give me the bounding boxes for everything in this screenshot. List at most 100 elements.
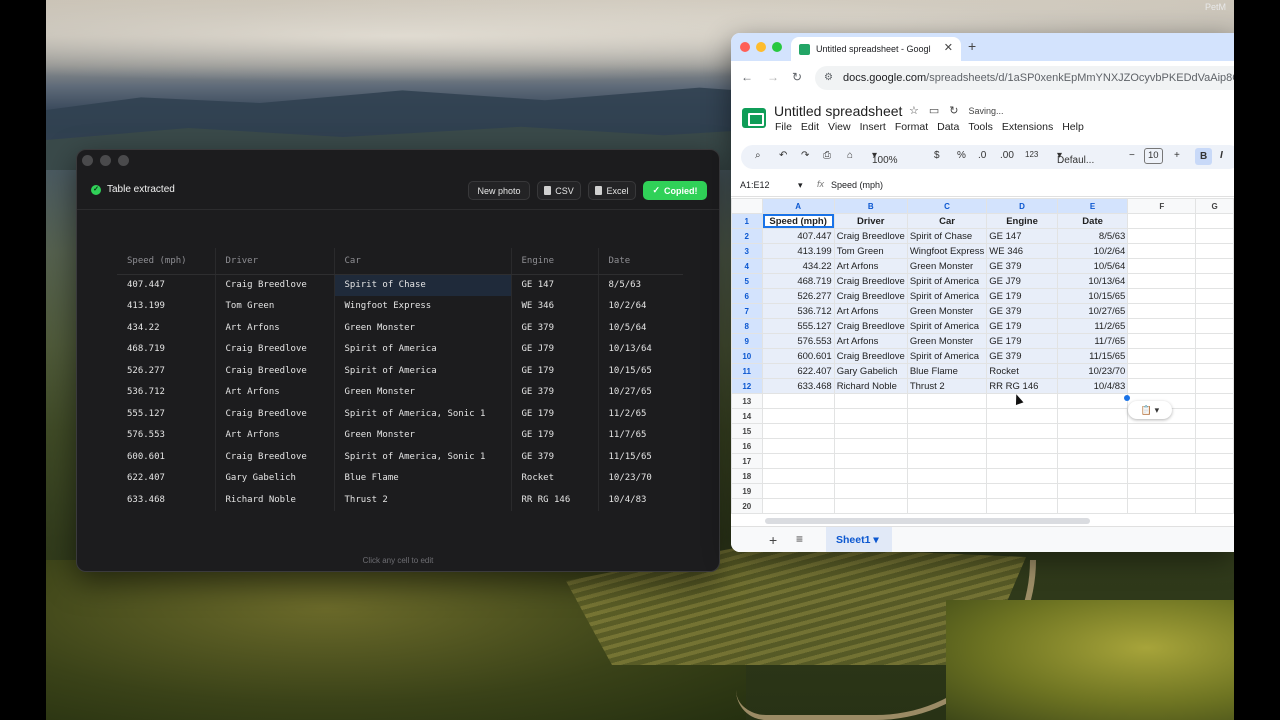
row-number[interactable]: 10 bbox=[731, 348, 763, 364]
grid-cell[interactable]: GE 379 bbox=[986, 348, 1058, 364]
grid-cell[interactable]: 536.712 bbox=[761, 303, 835, 319]
grid-cell[interactable] bbox=[833, 423, 908, 439]
grid-cell[interactable]: Green Monster bbox=[906, 333, 988, 349]
table-cell[interactable]: GE 147 bbox=[510, 274, 598, 296]
selection-fill-handle[interactable] bbox=[1124, 395, 1130, 401]
grid-cell[interactable] bbox=[986, 453, 1058, 469]
grid-cell[interactable] bbox=[1056, 498, 1129, 514]
table-cell[interactable]: 536.712 bbox=[117, 382, 215, 404]
grid-cell[interactable]: Craig Breedlove bbox=[833, 318, 908, 334]
grid-cell[interactable] bbox=[1056, 483, 1129, 499]
grid-cell[interactable] bbox=[1195, 393, 1234, 409]
table-cell[interactable]: Art Arfons bbox=[214, 381, 334, 403]
grid-cell[interactable]: Engine bbox=[986, 213, 1058, 229]
grid-cell[interactable]: Gary Gabelich bbox=[833, 363, 908, 379]
grid-cell[interactable]: Thrust 2 bbox=[906, 378, 988, 394]
copied-button[interactable]: ✓ Copied! bbox=[643, 181, 707, 200]
new-photo-button[interactable]: New photo bbox=[468, 181, 530, 200]
undo-icon[interactable]: ↶ bbox=[779, 150, 787, 161]
grid-cell[interactable] bbox=[833, 453, 908, 469]
grid-cell[interactable] bbox=[906, 393, 988, 409]
table-cell[interactable]: 407.447 bbox=[117, 274, 215, 296]
grid-cell[interactable] bbox=[1127, 228, 1197, 244]
close-icon[interactable]: ✕ bbox=[944, 41, 953, 54]
table-cell[interactable]: GE 179 bbox=[510, 360, 598, 382]
table-cell[interactable]: Green Monster bbox=[333, 381, 511, 403]
table-cell[interactable]: Craig Breedlove bbox=[214, 403, 334, 425]
all-sheets-menu-icon[interactable]: ≡ bbox=[796, 532, 803, 546]
grid-cell[interactable] bbox=[1056, 438, 1129, 454]
row-number[interactable]: 3 bbox=[731, 243, 763, 259]
grid-cell[interactable] bbox=[1195, 453, 1234, 469]
grid-cell[interactable]: 10/13/64 bbox=[1056, 273, 1129, 289]
percent-format-button[interactable]: % bbox=[957, 150, 966, 161]
table-cell[interactable]: Spirit of America bbox=[333, 338, 511, 360]
grid-cell[interactable] bbox=[761, 468, 835, 484]
grid-cell[interactable]: Richard Noble bbox=[833, 378, 908, 394]
table-cell[interactable]: 468.719 bbox=[117, 339, 215, 361]
row-number[interactable]: 2 bbox=[731, 228, 763, 244]
grid-cell[interactable] bbox=[1195, 213, 1234, 229]
grid-cell[interactable] bbox=[1127, 468, 1197, 484]
table-cell[interactable]: 10/23/70 bbox=[597, 467, 683, 489]
increase-decimal-button[interactable]: .00 bbox=[1000, 150, 1014, 161]
grid-cell[interactable] bbox=[1127, 258, 1197, 274]
url-field[interactable]: ⚙ docs.google.com/spreadsheets/d/1aSP0xe… bbox=[815, 66, 1234, 90]
grid-cell[interactable]: Craig Breedlove bbox=[833, 288, 908, 304]
grid-cell[interactable] bbox=[1195, 468, 1234, 484]
table-row[interactable]: 468.719 Craig Breedlove Spirit of America G… bbox=[117, 338, 683, 361]
zoom-select[interactable]: 100% ▾ bbox=[872, 150, 898, 166]
table-cell[interactable]: 576.553 bbox=[117, 425, 215, 447]
grid-cell[interactable] bbox=[761, 423, 835, 439]
row-number[interactable]: 9 bbox=[731, 333, 763, 349]
close-window-button[interactable] bbox=[82, 155, 93, 166]
spreadsheet-grid[interactable]: A B C D E F G 1 Speed (mph) Driver Car Engin… bbox=[731, 198, 1234, 514]
grid-cell[interactable] bbox=[761, 453, 835, 469]
table-row[interactable]: 526.277 Craig Breedlove Spirit of America G… bbox=[117, 360, 683, 382]
grid-cell[interactable]: 600.601 bbox=[761, 348, 835, 364]
back-arrow-icon[interactable]: ← bbox=[741, 70, 753, 84]
column-letter[interactable]: G bbox=[1195, 198, 1234, 214]
table-cell[interactable]: WE 346 bbox=[510, 295, 598, 317]
document-title[interactable]: Untitled spreadsheet bbox=[774, 103, 902, 119]
grid-cell[interactable] bbox=[1127, 303, 1197, 319]
grid-cell[interactable] bbox=[906, 423, 988, 439]
grid-cell[interactable]: Spirit of America bbox=[906, 273, 988, 289]
grid-cell[interactable] bbox=[833, 483, 908, 499]
grid-cell[interactable] bbox=[1195, 258, 1234, 274]
table-row[interactable]: 622.407 Gary Gabelich Blue Flame Rocket 10/2… bbox=[117, 467, 683, 490]
grid-cell[interactable] bbox=[1195, 438, 1234, 454]
grid-cell[interactable]: Green Monster bbox=[906, 303, 988, 319]
column-letter[interactable]: E bbox=[1056, 198, 1129, 214]
site-info-icon[interactable]: ⚙ bbox=[824, 66, 833, 90]
menu-help[interactable]: Help bbox=[1062, 121, 1084, 133]
grid-cell[interactable]: Tom Green bbox=[833, 243, 908, 259]
grid-cell[interactable] bbox=[833, 438, 908, 454]
grid-cell[interactable]: 8/5/63 bbox=[1056, 228, 1129, 244]
table-cell[interactable]: Green Monster bbox=[333, 317, 511, 339]
grid-cell[interactable] bbox=[906, 408, 988, 424]
menu-insert[interactable]: Insert bbox=[860, 121, 886, 133]
grid-cell[interactable]: 434.22 bbox=[761, 258, 835, 274]
table-row[interactable]: 576.553 Art Arfons Green Monster GE 179 11/7… bbox=[117, 424, 683, 447]
grid-cell[interactable]: 407.447 bbox=[761, 228, 835, 244]
table-cell[interactable]: Craig Breedlove bbox=[214, 360, 334, 382]
grid-cell[interactable] bbox=[833, 468, 908, 484]
grid-cell[interactable]: 10/27/65 bbox=[1056, 303, 1129, 319]
table-cell[interactable]: Tom Green bbox=[214, 295, 334, 317]
menu-tools[interactable]: Tools bbox=[968, 121, 993, 133]
row-number[interactable]: 6 bbox=[731, 288, 763, 304]
menu-data[interactable]: Data bbox=[937, 121, 959, 133]
table-cell[interactable]: 622.407 bbox=[117, 468, 215, 490]
table-cell[interactable]: Rocket bbox=[510, 467, 598, 489]
table-cell[interactable]: 10/4/83 bbox=[597, 489, 683, 511]
row-number[interactable]: 4 bbox=[731, 258, 763, 274]
row-number[interactable]: 11 bbox=[731, 363, 763, 379]
row-number[interactable]: 12 bbox=[731, 378, 763, 394]
grid-cell[interactable]: 11/2/65 bbox=[1056, 318, 1129, 334]
grid-cell[interactable] bbox=[1127, 288, 1197, 304]
column-letter[interactable]: D bbox=[986, 198, 1058, 214]
table-cell[interactable]: Wingfoot Express bbox=[333, 295, 511, 317]
grid-cell[interactable] bbox=[1127, 438, 1197, 454]
menu-format[interactable]: Format bbox=[895, 121, 928, 133]
